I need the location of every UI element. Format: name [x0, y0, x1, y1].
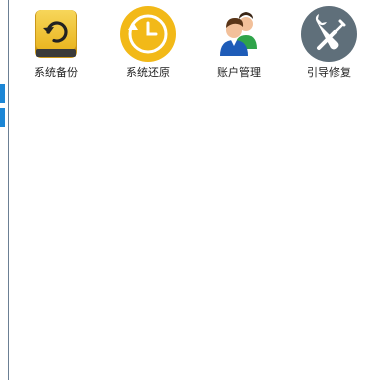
boot-repair-label: 引导修复 [307, 66, 351, 79]
account-management-label: 账户管理 [217, 66, 261, 79]
system-restore-label: 系统还原 [126, 66, 170, 79]
boot-repair-button[interactable]: 引导修复 [289, 4, 369, 84]
users-icon [220, 12, 257, 56]
left-tab-1[interactable] [0, 84, 5, 103]
backup-drive-icon [35, 10, 77, 58]
system-backup-button[interactable]: 系统备份 [16, 4, 96, 84]
left-tab-2[interactable] [0, 108, 5, 127]
system-restore-button[interactable]: 系统还原 [108, 4, 188, 84]
wrench-screwdriver-icon [301, 6, 357, 62]
account-management-button[interactable]: 账户管理 [199, 4, 279, 84]
system-backup-label: 系统备份 [34, 66, 78, 79]
restore-clock-icon [120, 6, 176, 62]
left-panel-border [0, 0, 9, 380]
